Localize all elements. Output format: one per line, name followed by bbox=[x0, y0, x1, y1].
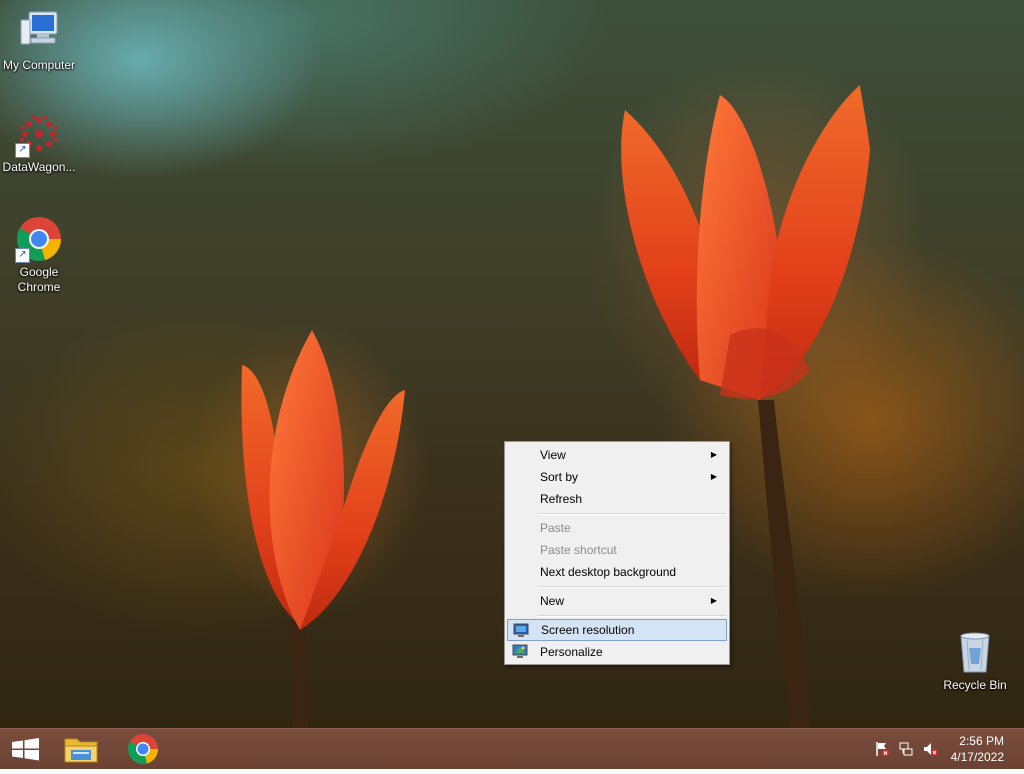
menu-item-sort-by[interactable]: Sort by ▶ bbox=[507, 466, 727, 488]
menu-item-label: View bbox=[540, 448, 566, 462]
start-button[interactable] bbox=[0, 729, 52, 769]
desktop-icon-google-chrome[interactable]: ↗ Google Chrome bbox=[1, 215, 77, 295]
desktop-icon-label: Recycle Bin bbox=[943, 678, 1007, 692]
desktop-icon-recycle-bin[interactable]: Recycle Bin bbox=[937, 628, 1013, 693]
action-center-flag-icon[interactable] bbox=[874, 741, 890, 757]
menu-item-label: Next desktop background bbox=[540, 565, 677, 579]
taskbar: 2:56 PM 4/17/2022 bbox=[0, 728, 1024, 769]
network-icon[interactable] bbox=[898, 741, 914, 757]
menu-separator bbox=[537, 586, 726, 588]
desktop-icon-my-computer[interactable]: My Computer bbox=[1, 8, 77, 73]
desktop-icon-label: Google Chrome bbox=[17, 265, 61, 294]
menu-item-label: New bbox=[540, 594, 565, 608]
submenu-arrow-icon: ▶ bbox=[710, 596, 717, 605]
menu-separator bbox=[537, 513, 726, 515]
file-explorer-button[interactable] bbox=[55, 729, 107, 769]
desktop-context-menu: View ▶ Sort by ▶ Refresh Paste Paste sho… bbox=[504, 441, 730, 665]
chrome-icon: ↗ bbox=[15, 215, 63, 263]
menu-item-paste-shortcut: Paste shortcut bbox=[507, 539, 727, 561]
submenu-arrow-icon: ▶ bbox=[710, 472, 717, 481]
recycle-bin-icon bbox=[951, 628, 999, 676]
menu-item-screen-resolution[interactable]: Screen resolution bbox=[507, 619, 727, 641]
taskbar-clock[interactable]: 2:56 PM 4/17/2022 bbox=[951, 733, 1004, 765]
menu-item-label: Paste shortcut bbox=[540, 543, 617, 557]
menu-item-personalize[interactable]: Personalize bbox=[507, 641, 727, 663]
volume-muted-icon[interactable] bbox=[922, 741, 938, 757]
shortcut-arrow-icon: ↗ bbox=[15, 143, 30, 158]
display-icon bbox=[513, 623, 529, 638]
computer-icon bbox=[15, 8, 63, 56]
menu-item-label: Refresh bbox=[540, 492, 583, 506]
submenu-arrow-icon: ▶ bbox=[710, 450, 717, 459]
menu-item-paste: Paste bbox=[507, 517, 727, 539]
menu-item-refresh[interactable]: Refresh bbox=[507, 488, 727, 510]
clock-time: 2:56 PM bbox=[959, 734, 1004, 748]
menu-item-new[interactable]: New ▶ bbox=[507, 590, 727, 612]
clock-date: 4/17/2022 bbox=[950, 750, 1004, 764]
menu-item-label: Screen resolution bbox=[541, 623, 635, 637]
windows-start-icon bbox=[12, 738, 39, 761]
menu-item-label: Paste bbox=[540, 521, 571, 535]
datawagon-icon: ↗ bbox=[15, 110, 63, 158]
file-explorer-icon bbox=[64, 738, 98, 763]
menu-item-label: Personalize bbox=[540, 645, 603, 659]
shortcut-arrow-icon: ↗ bbox=[15, 248, 30, 263]
desktop[interactable]: My Computer ↗ DataWagon... ↗ Google Chro… bbox=[0, 0, 1024, 728]
desktop-icon-datawagon[interactable]: ↗ DataWagon... bbox=[1, 110, 77, 175]
menu-item-label: Sort by bbox=[540, 470, 579, 484]
personalize-icon bbox=[512, 644, 528, 659]
desktop-icon-label: DataWagon... bbox=[2, 160, 76, 174]
chrome-icon bbox=[127, 734, 159, 765]
menu-item-next-desktop-background[interactable]: Next desktop background bbox=[507, 561, 727, 583]
menu-separator bbox=[537, 615, 726, 617]
desktop-icon-label: My Computer bbox=[2, 58, 76, 72]
menu-item-view[interactable]: View ▶ bbox=[507, 444, 727, 466]
chrome-taskbar-button[interactable] bbox=[117, 729, 169, 769]
